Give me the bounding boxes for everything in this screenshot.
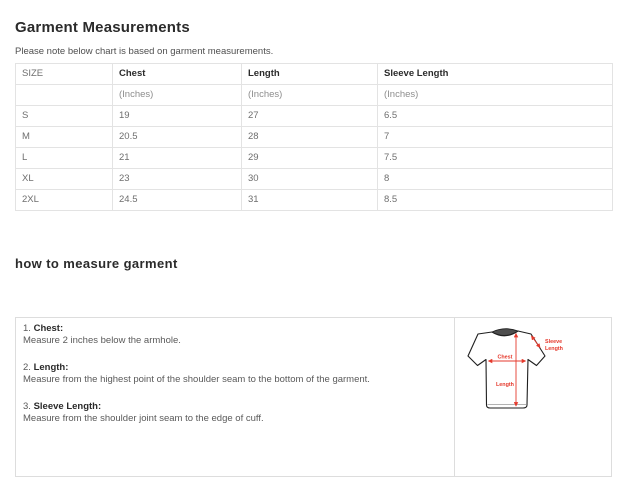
length-cell: 27 [242,106,378,127]
column-header-sleeve-length: Sleeve Length [378,64,613,85]
step-term: Chest: [34,323,64,334]
size-cell: L [16,148,113,169]
measure-steps: 1. Chest: Measure 2 inches below the arm… [16,318,454,476]
chest-cell: 24.5 [113,190,242,211]
step-label: 1. Chest: [23,323,444,335]
units-row: (Inches) (Inches) (Inches) [16,85,613,106]
step-label: 3. Sleeve Length: [23,401,444,413]
step-length: 2. Length: Measure from the highest poin… [23,362,444,386]
units-cell: (Inches) [378,85,613,106]
column-header-size: SIZE [16,64,113,85]
length-arrow-label: Length [496,382,514,388]
tshirt-measurement-diagram: Chest Length Sleeve Length [461,323,611,443]
size-cell: M [16,127,113,148]
page: Garment Measurements Please note below c… [0,0,625,477]
column-header-length: Length [242,64,378,85]
chest-cell: 21 [113,148,242,169]
step-label: 2. Length: [23,362,444,374]
step-term: Sleeve Length: [34,401,102,412]
table-row-2xl: 2XL 24.5 31 8.5 [16,190,613,211]
step-term: Length: [34,362,69,373]
chest-cell: 19 [113,106,242,127]
length-cell: 31 [242,190,378,211]
measure-instructions-box: 1. Chest: Measure 2 inches below the arm… [15,317,612,477]
chest-cell: 20.5 [113,127,242,148]
step-sleeve-length: 3. Sleeve Length: Measure from the shoul… [23,401,444,425]
column-header-chest: Chest [113,64,242,85]
step-number: 2. [23,362,31,373]
sleeve-length-label-line2: Length [545,346,563,352]
units-cell [16,85,113,106]
size-cell: XL [16,169,113,190]
step-number: 1. [23,323,31,334]
step-text: Measure 2 inches below the armhole. [23,335,444,347]
step-text: Measure from the shoulder joint seam to … [23,413,444,425]
size-table: SIZE Chest Length Sleeve Length (Inches)… [15,63,613,211]
sleeve-cell: 8 [378,169,613,190]
size-cell: S [16,106,113,127]
size-table-header-row: SIZE Chest Length Sleeve Length [16,64,613,85]
table-row-s: S 19 27 6.5 [16,106,613,127]
size-cell: 2XL [16,190,113,211]
units-cell: (Inches) [113,85,242,106]
table-row-m: M 20.5 28 7 [16,127,613,148]
length-cell: 29 [242,148,378,169]
length-cell: 30 [242,169,378,190]
chest-arrow-label: Chest [498,355,513,361]
tshirt-diagram-cell: Chest Length Sleeve Length [454,318,611,476]
step-number: 3. [23,401,31,412]
sleeve-cell: 8.5 [378,190,613,211]
note-text: Please note below chart is based on garm… [15,46,611,57]
chest-cell: 23 [113,169,242,190]
units-cell: (Inches) [242,85,378,106]
step-chest: 1. Chest: Measure 2 inches below the arm… [23,323,444,347]
table-row-l: L 21 29 7.5 [16,148,613,169]
how-to-measure-heading: how to measure garment [15,256,611,271]
length-cell: 28 [242,127,378,148]
sleeve-cell: 7 [378,127,613,148]
tshirt-outline [468,331,545,408]
step-text: Measure from the highest point of the sh… [23,374,444,386]
sleeve-cell: 6.5 [378,106,613,127]
sleeve-length-label-line1: Sleeve [545,339,562,345]
page-title: Garment Measurements [15,19,611,36]
sleeve-cell: 7.5 [378,148,613,169]
table-row-xl: XL 23 30 8 [16,169,613,190]
